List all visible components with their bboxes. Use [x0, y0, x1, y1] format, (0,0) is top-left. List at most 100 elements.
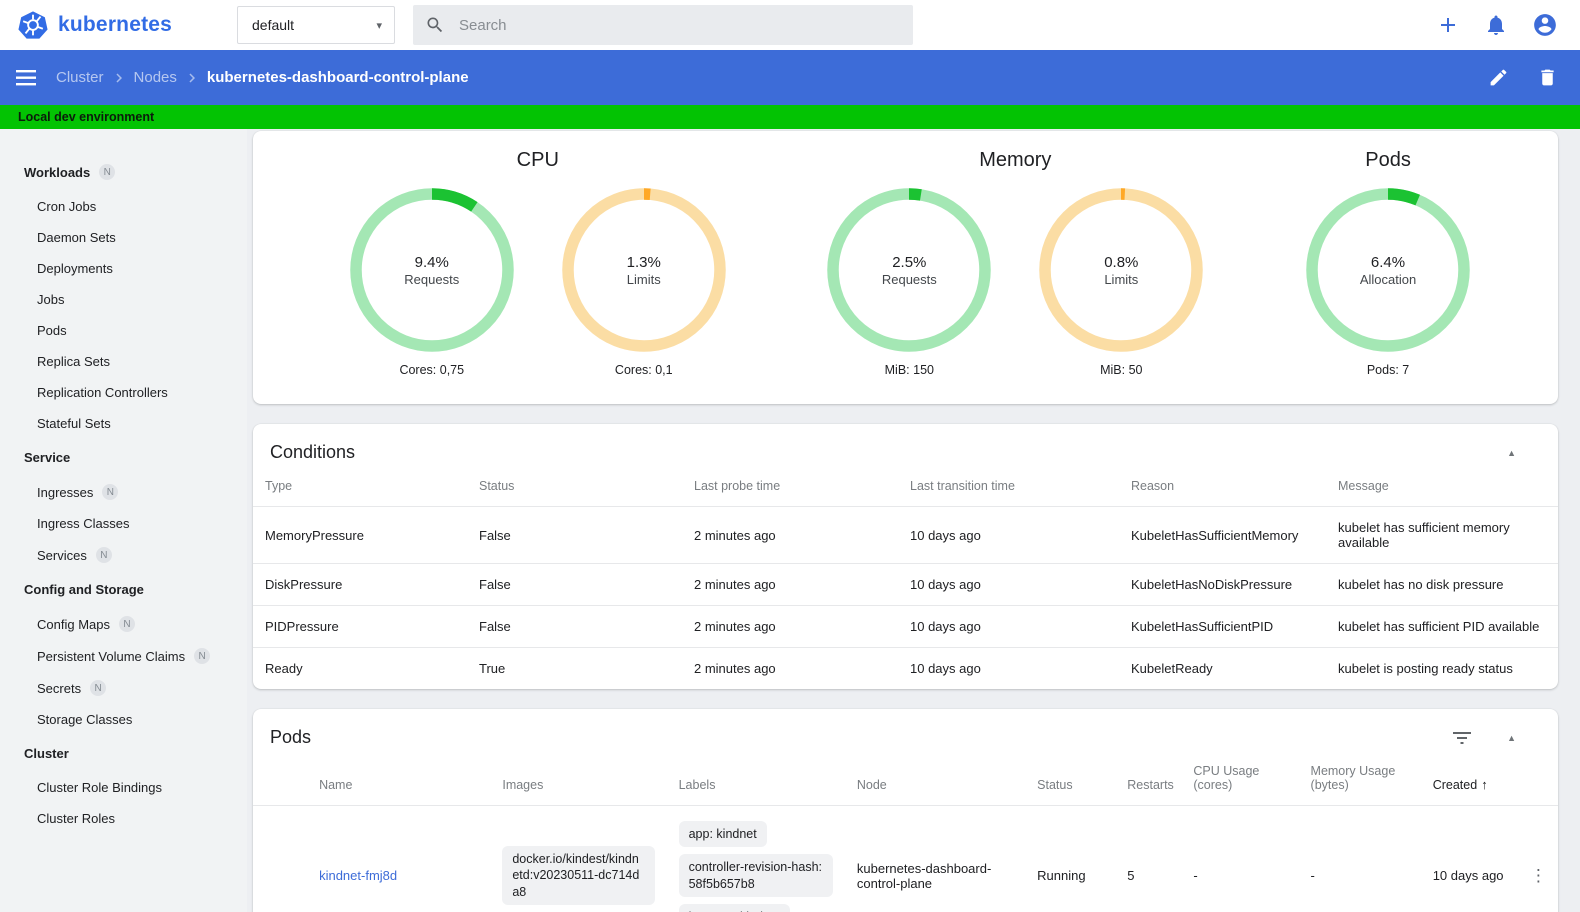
breadcrumb-nodes[interactable]: Nodes [134, 69, 177, 86]
chevron-right-icon [183, 69, 201, 87]
notifications-button[interactable] [1484, 13, 1508, 37]
sidebar-section-service[interactable]: Service [0, 439, 247, 476]
namespace-value: default [252, 17, 295, 33]
sidebar-section-config-and-storage[interactable]: Config and Storage [0, 571, 247, 608]
sidebar-section-workloads[interactable]: Workloads N [0, 153, 247, 191]
page-title: kubernetes-dashboard-control-plane [206, 69, 469, 86]
chart-group-pods: Pods 6.4% Allocation Pods: 7 [1254, 139, 1522, 404]
column-header-memory-usage-bytes[interactable]: Memory Usage (bytes) [1299, 754, 1421, 806]
menu-button[interactable] [16, 69, 36, 86]
donut-value: 9.4% [414, 253, 449, 271]
main-content: CPU 9.4% Requests Cores: 0,75 1.3% Limits Core… [247, 129, 1580, 912]
sidebar-item-pods[interactable]: Pods [0, 315, 247, 346]
sidebar-item-persistent-volume-claims[interactable]: Persistent Volume Claims N [0, 640, 247, 672]
hamburger-icon [16, 69, 36, 85]
condition-cell: 2 minutes ago [682, 563, 898, 606]
sidebar-item-deployments[interactable]: Deployments [0, 253, 247, 284]
kubernetes-logo-icon [18, 10, 48, 40]
condition-cell: kubelet is posting ready status [1326, 647, 1558, 689]
condition-table-row: Ready True 2 minutes ago 10 days ago Kubelet… [253, 647, 1558, 689]
sidebar-item-secrets[interactable]: Secrets N [0, 672, 247, 704]
search-bar[interactable] [413, 5, 913, 45]
donut-label: Requests [404, 271, 460, 287]
column-header-cpu-usage-cores[interactable]: CPU Usage (cores) [1181, 754, 1298, 806]
breadcrumb-cluster[interactable]: Cluster [56, 69, 104, 86]
pods-card: Pods ▲ Name Images Labels Node Status Re… [253, 709, 1558, 912]
search-input[interactable] [459, 16, 901, 34]
pod-label-chip: controller-revision-hash: 58f5b657b8 [678, 854, 833, 897]
resource-usage-card: CPU 9.4% Requests Cores: 0,75 1.3% Limits Core… [253, 131, 1558, 404]
donut-chart-cpu-requests: 9.4% Requests Cores: 0,75 [349, 187, 515, 377]
sidebar-item-cluster-roles[interactable]: Cluster Roles [0, 803, 247, 834]
account-button[interactable] [1532, 12, 1558, 38]
delete-button[interactable] [1537, 67, 1558, 88]
edit-button[interactable] [1488, 67, 1509, 88]
sidebar-item-cluster-role-bindings[interactable]: Cluster Role Bindings [0, 772, 247, 803]
condition-cell: KubeletHasSufficientPID [1119, 605, 1326, 648]
pod-labels: app: kindnet controller-revision-hash: 58… [678, 821, 833, 912]
pencil-icon [1490, 69, 1507, 86]
kubernetes-logo[interactable]: kubernetes [0, 10, 237, 40]
chevron-down-icon: ▾ [376, 19, 382, 32]
condition-cell: KubeletHasSufficientMemory [1119, 506, 1326, 564]
sidebar-item-config-maps[interactable]: Config Maps N [0, 608, 247, 640]
donut-chart-memory-requests: 2.5% Requests MiB: 150 [826, 187, 992, 377]
column-header-created[interactable]: Created ↑ [1421, 754, 1518, 806]
action-bar: Cluster Nodes kubernetes-dashboard-contr… [0, 50, 1580, 105]
condition-cell: 2 minutes ago [682, 647, 898, 689]
namespace-selector[interactable]: default ▾ [237, 6, 395, 44]
donut-chart-memory-limits: 0.8% Limits MiB: 50 [1038, 187, 1204, 377]
condition-cell: kubelet has sufficient PID available [1326, 605, 1558, 648]
condition-cell: False [467, 605, 682, 648]
donut-chart-pods-allocation: 6.4% Allocation Pods: 7 [1305, 187, 1471, 377]
condition-cell: False [467, 506, 682, 564]
column-header-status[interactable]: Status [1025, 754, 1115, 806]
condition-cell: 10 days ago [898, 647, 1119, 689]
namespaced-badge: N [102, 484, 119, 500]
sidebar-item-ingress-classes[interactable]: Ingress Classes [0, 508, 247, 539]
column-header-images[interactable]: Images [490, 754, 666, 806]
environment-banner: Local dev environment [0, 105, 1580, 129]
sidebar-item-services[interactable]: Services N [0, 539, 247, 571]
condition-table-row: PIDPressure False 2 minutes ago 10 days ago… [253, 605, 1558, 648]
sidebar-item-daemon-sets[interactable]: Daemon Sets [0, 222, 247, 253]
column-header-node[interactable]: Node [845, 754, 1025, 806]
chart-title-pods: Pods [1365, 149, 1411, 171]
condition-table-row: MemoryPressure False 2 minutes ago 10 days … [253, 506, 1558, 564]
column-header-labels[interactable]: Labels [667, 754, 845, 806]
add-resource-button[interactable] [1436, 13, 1460, 37]
conditions-table: Type Status Last probe time Last transition… [253, 469, 1558, 689]
namespaced-badge: N [95, 547, 112, 563]
condition-cell: Ready [253, 647, 467, 689]
condition-cell: 10 days ago [898, 605, 1119, 648]
pod-status: Running [1025, 805, 1116, 912]
namespaced-badge: N [194, 648, 211, 664]
environment-banner-text: Local dev environment [18, 110, 155, 124]
collapse-pods-button[interactable]: ▲ [1507, 733, 1516, 743]
sidebar-item-ingresses[interactable]: Ingresses N [0, 476, 247, 508]
condition-cell: False [467, 563, 682, 606]
pod-name-link[interactable]: kindnet-fmj8d [319, 868, 397, 883]
sidebar-item-storage-classes[interactable]: Storage Classes [0, 704, 247, 735]
sidebar-item-replica-sets[interactable]: Replica Sets [0, 346, 247, 377]
donut-label: Limits [1104, 271, 1139, 287]
column-header-status: Status [479, 479, 515, 493]
filter-button[interactable] [1453, 731, 1472, 745]
pod-more-actions-button[interactable]: ⋮ [1530, 866, 1548, 886]
sidebar: Workloads N Cron Jobs Daemon Sets Deployment… [0, 129, 247, 912]
sidebar-item-stateful-sets[interactable]: Stateful Sets [0, 408, 247, 439]
sidebar-item-cron-jobs[interactable]: Cron Jobs [0, 191, 247, 222]
donut-label: Limits [626, 271, 661, 287]
condition-cell: DiskPressure [253, 563, 467, 606]
sidebar-item-jobs[interactable]: Jobs [0, 284, 247, 315]
top-app-bar: kubernetes default ▾ [0, 0, 1580, 50]
chart-group-memory: Memory 2.5% Requests MiB: 150 0.8% Limits MiB:… [777, 139, 1255, 404]
pod-cpu-usage: - [1181, 805, 1299, 912]
condition-cell: kubelet has no disk pressure [1326, 563, 1558, 606]
sidebar-item-replication-controllers[interactable]: Replication Controllers [0, 377, 247, 408]
column-header-restarts[interactable]: Restarts [1115, 754, 1181, 806]
column-header-name[interactable]: Name [307, 754, 490, 806]
sidebar-section-cluster[interactable]: Cluster [0, 735, 247, 772]
collapse-conditions-button[interactable]: ▲ [1507, 448, 1516, 458]
donut-value: 0.8% [1104, 253, 1139, 271]
